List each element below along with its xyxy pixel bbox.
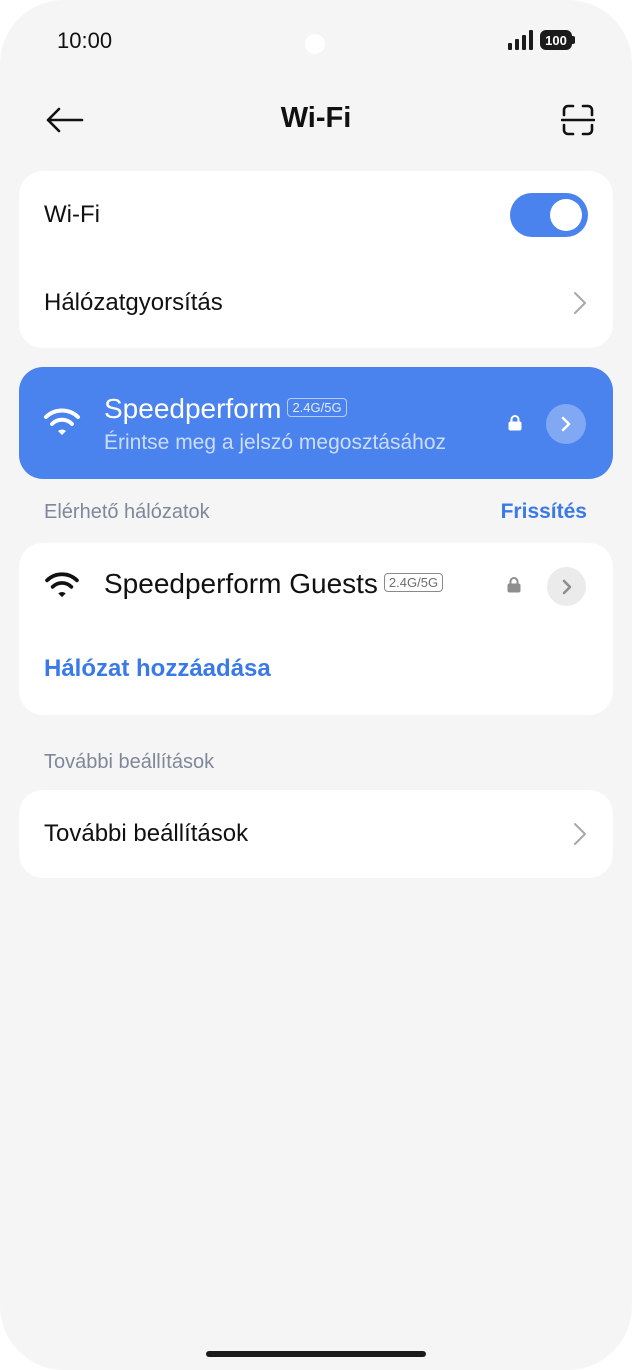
toggle-knob (550, 199, 582, 231)
available-networks-label: Elérhető hálózatok (44, 501, 210, 523)
phone-screen: 10:00 100 Wi-Fi Wi-Fi Hálózatgyorsítás S… (0, 0, 632, 1370)
battery-icon: 100 (540, 30, 572, 50)
chevron-right-icon (562, 579, 571, 594)
page-title: Wi-Fi (280, 102, 352, 134)
refresh-button[interactable]: Frissítés (501, 500, 587, 524)
more-settings-card: További beállítások (19, 790, 613, 878)
signal-icon (508, 30, 533, 50)
available-networks-card: Speedperform Guests 2.4G/5G Hálózat hozzá… (19, 543, 613, 715)
home-indicator[interactable] (206, 1351, 426, 1357)
network-acceleration-label: Hálózatgyorsítás (44, 289, 223, 316)
network-details-button[interactable] (547, 567, 586, 606)
chevron-right-icon (574, 823, 586, 845)
status-time: 10:00 (57, 28, 113, 53)
front-camera (305, 34, 325, 54)
wifi-toggle-label: Wi-Fi (44, 201, 100, 228)
connected-network-name-row: Speedperform 2.4G/5G (104, 393, 347, 425)
band-badge: 2.4G/5G (383, 573, 444, 593)
network-acceleration-row[interactable]: Hálózatgyorsítás (19, 259, 613, 347)
lock-icon (507, 577, 521, 593)
scan-qr-icon (561, 104, 595, 136)
more-settings-section-label: További beállítások (44, 751, 215, 773)
wifi-settings-card: Wi-Fi Hálózatgyorsítás (19, 171, 613, 348)
network-list-item[interactable]: Speedperform Guests 2.4G/5G (19, 543, 613, 631)
wifi-icon (45, 572, 79, 598)
connected-network-name: Speedperform (104, 393, 282, 424)
lock-icon (508, 415, 522, 431)
connected-network-card[interactable]: Speedperform 2.4G/5G Érintse meg a jelszó… (19, 367, 613, 479)
share-password-hint: Érintse meg a jelszó megosztásához (104, 431, 446, 454)
scan-qr-button[interactable] (556, 100, 600, 140)
chevron-right-icon (561, 416, 571, 432)
add-network-button[interactable]: Hálózat hozzáadása (44, 655, 271, 683)
wifi-toggle[interactable] (510, 193, 588, 237)
wifi-icon (44, 408, 80, 435)
network-name-row: Speedperform Guests 2.4G/5G (104, 568, 444, 600)
chevron-right-icon (574, 292, 586, 314)
more-settings-row[interactable]: További beállítások (19, 790, 613, 878)
wifi-toggle-row[interactable]: Wi-Fi (19, 171, 613, 259)
battery-level: 100 (545, 32, 567, 48)
more-settings-label: További beállítások (44, 820, 249, 847)
network-name: Speedperform Guests (104, 568, 378, 599)
band-badge: 2.4G/5G (287, 398, 347, 418)
battery-tip (572, 36, 575, 44)
connected-network-details-button[interactable] (546, 404, 586, 444)
